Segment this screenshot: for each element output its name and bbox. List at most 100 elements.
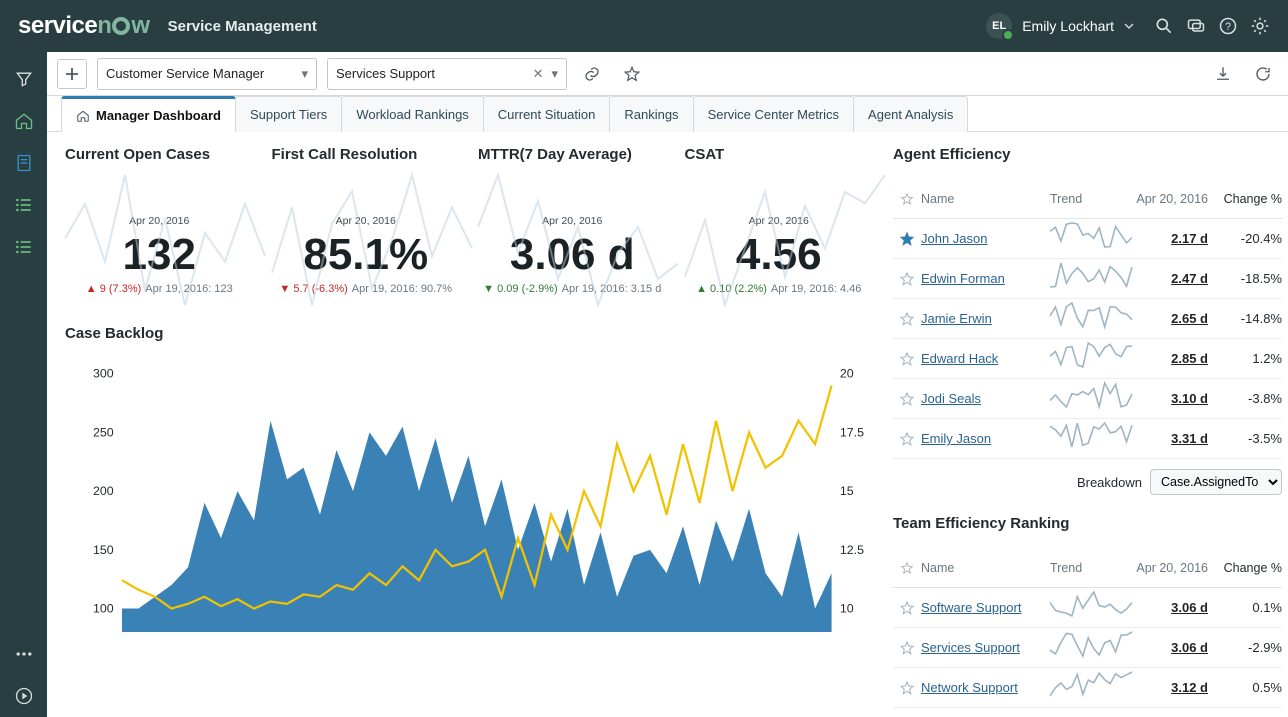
nav-document[interactable] <box>0 142 47 184</box>
metric-value[interactable]: 2.65 d <box>1136 311 1208 326</box>
nav-more[interactable] <box>0 633 47 675</box>
metric-value[interactable]: 2.47 d <box>1136 271 1208 286</box>
tab-rankings[interactable]: Rankings <box>609 96 693 132</box>
agent-efficiency-title: Agent Efficiency <box>893 146 1282 163</box>
kpi-title: Current Open Cases <box>65 146 254 163</box>
table-row: John Jason 2.17 d -20.4% <box>893 219 1282 259</box>
trend-sparkline <box>1050 303 1136 334</box>
link-icon <box>583 65 601 83</box>
metric-value[interactable]: 3.06 d <box>1136 640 1208 655</box>
app-title: Service Management <box>168 18 317 35</box>
table-row: Jodi Seals 3.10 d -3.8% <box>893 379 1282 419</box>
gear-icon <box>1250 16 1270 36</box>
star-button[interactable] <box>893 600 921 616</box>
kpi-title: CSAT <box>685 146 874 163</box>
help-button[interactable]: ? <box>1212 10 1244 42</box>
service-picker-label: Services Support <box>336 66 435 81</box>
download-button[interactable] <box>1208 59 1238 89</box>
nav-filter[interactable] <box>0 58 47 100</box>
toolbar: Customer Service Manager ▾ Services Supp… <box>47 52 1288 96</box>
svg-text:150: 150 <box>93 543 114 557</box>
kpi-card[interactable]: Current Open Cases Apr 20, 2016 132 ▲ 9 … <box>65 146 254 295</box>
kpi-row: Current Open Cases Apr 20, 2016 132 ▲ 9 … <box>65 146 873 295</box>
link-button[interactable] <box>577 59 607 89</box>
table-row: Software Support 3.06 d 0.1% <box>893 588 1282 628</box>
team-link[interactable]: Software Support <box>921 600 1021 615</box>
settings-button[interactable] <box>1244 10 1276 42</box>
tab-support-tiers[interactable]: Support Tiers <box>235 96 342 132</box>
favorite-button[interactable] <box>617 59 647 89</box>
search-button[interactable] <box>1148 10 1180 42</box>
metric-value[interactable]: 2.85 d <box>1136 351 1208 366</box>
chat-button[interactable] <box>1180 10 1212 42</box>
metric-change: -3.8% <box>1208 391 1282 406</box>
trend-sparkline <box>1050 423 1136 454</box>
agent-link[interactable]: Edward Hack <box>921 351 998 366</box>
star-button[interactable] <box>893 431 921 447</box>
team-link[interactable]: Network Support <box>921 680 1018 695</box>
case-backlog-chart[interactable]: 1001502002503001012.51517.520 <box>65 352 873 652</box>
star-button[interactable] <box>893 680 921 696</box>
metric-value[interactable]: 3.10 d <box>1136 391 1208 406</box>
metric-change: 1.2% <box>1208 351 1282 366</box>
list-icon <box>14 195 34 215</box>
star-button[interactable] <box>893 231 921 247</box>
logo: servicenw <box>18 12 150 40</box>
nav-list-1[interactable] <box>0 184 47 226</box>
nav-play[interactable] <box>0 675 47 717</box>
add-button[interactable] <box>57 59 87 89</box>
metric-value[interactable]: 2.17 d <box>1136 231 1208 246</box>
agent-link[interactable]: Jodi Seals <box>921 391 981 406</box>
trend-sparkline <box>1050 343 1136 374</box>
home-icon <box>14 111 34 131</box>
table-row: Emily Jason 3.31 d -3.5% <box>893 419 1282 459</box>
tab-service-center-metrics[interactable]: Service Center Metrics <box>693 96 854 132</box>
refresh-button[interactable] <box>1248 59 1278 89</box>
trend-sparkline <box>1050 672 1136 703</box>
metric-value[interactable]: 3.12 d <box>1136 680 1208 695</box>
kpi-card[interactable]: CSAT Apr 20, 2016 4.56 ▲ 0.10 (2.2%)Apr … <box>685 146 874 295</box>
star-button[interactable] <box>893 351 921 367</box>
play-icon <box>14 686 34 706</box>
svg-text:250: 250 <box>93 426 114 440</box>
svg-text:20: 20 <box>840 367 854 381</box>
role-picker-label: Customer Service Manager <box>106 66 264 81</box>
kpi-card[interactable]: First Call Resolution Apr 20, 2016 85.1%… <box>272 146 461 295</box>
clear-icon[interactable]: ✕ <box>533 66 544 82</box>
nav-list-2[interactable] <box>0 226 47 268</box>
tab-manager-dashboard[interactable]: Manager Dashboard <box>61 96 236 132</box>
metric-value[interactable]: 3.31 d <box>1136 431 1208 446</box>
star-button[interactable] <box>893 271 921 287</box>
trend-sparkline <box>1050 632 1136 663</box>
team-link[interactable]: Services Support <box>921 640 1020 655</box>
service-picker[interactable]: Services Support ✕ ▾ <box>327 58 567 90</box>
tab-current-situation[interactable]: Current Situation <box>483 96 611 132</box>
more-icon <box>14 644 34 664</box>
nav-home[interactable] <box>0 100 47 142</box>
agent-link[interactable]: John Jason <box>921 231 988 246</box>
star-button[interactable] <box>893 311 921 327</box>
kpi-card[interactable]: MTTR(7 Day Average) Apr 20, 2016 3.06 d … <box>478 146 667 295</box>
metric-change: 0.5% <box>1208 680 1282 695</box>
trend-sparkline <box>1050 383 1136 414</box>
list-icon <box>14 237 34 257</box>
table-row: Edwin Forman 2.47 d -18.5% <box>893 259 1282 299</box>
metric-value[interactable]: 3.06 d <box>1136 600 1208 615</box>
table-row: Jamie Erwin 2.65 d -14.8% <box>893 299 1282 339</box>
agent-link[interactable]: Emily Jason <box>921 431 991 446</box>
svg-text:17.5: 17.5 <box>840 426 864 440</box>
user-menu[interactable]: EL Emily Lockhart <box>986 13 1134 39</box>
agent-link[interactable]: Edwin Forman <box>921 271 1005 286</box>
breakdown-label: Breakdown <box>1077 475 1142 490</box>
star-button[interactable] <box>893 640 921 656</box>
avatar: EL <box>986 13 1012 39</box>
tab-workload-rankings[interactable]: Workload Rankings <box>341 96 483 132</box>
star-button[interactable] <box>893 391 921 407</box>
agent-link[interactable]: Jamie Erwin <box>921 311 992 326</box>
tab-agent-analysis[interactable]: Agent Analysis <box>853 96 968 132</box>
search-icon <box>1154 16 1174 36</box>
help-icon: ? <box>1218 16 1238 36</box>
role-picker[interactable]: Customer Service Manager ▾ <box>97 58 317 90</box>
metric-change: -18.5% <box>1208 271 1282 286</box>
breakdown-select[interactable]: Case.AssignedTo <box>1150 469 1282 495</box>
